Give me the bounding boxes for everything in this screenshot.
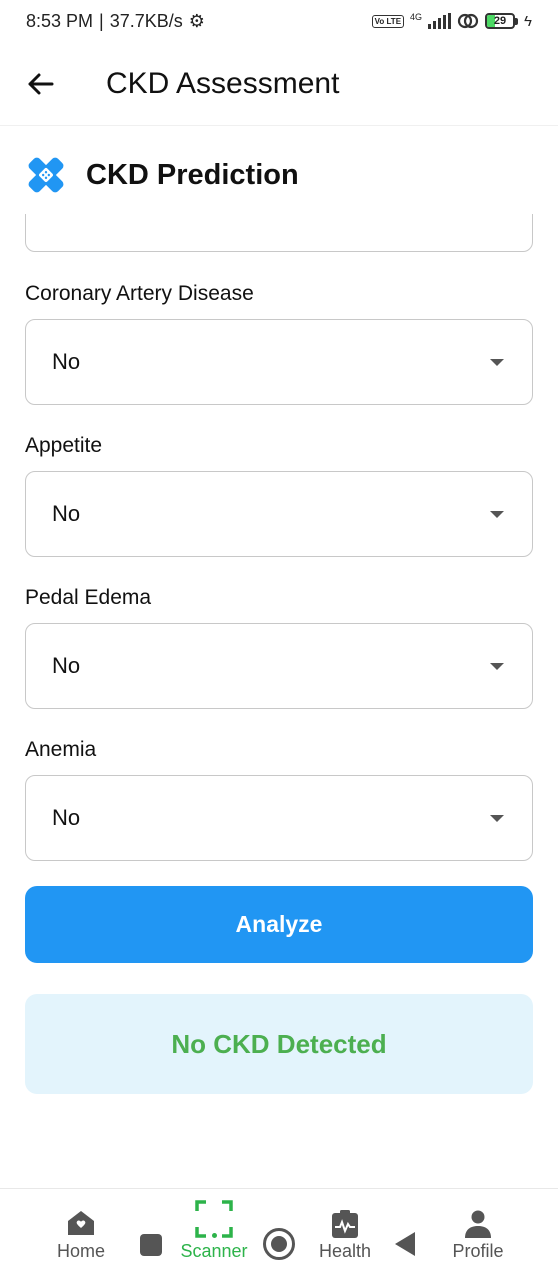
bottom-navigation: Home Scanner Health Profile <box>0 1188 558 1280</box>
select-value: No <box>52 501 81 526</box>
nav-item-health[interactable]: Health <box>314 1189 376 1280</box>
dropdown-arrow-icon <box>490 358 504 366</box>
status-speed: 37.7KB/s <box>109 10 183 31</box>
prediction-header: CKD Prediction <box>26 150 299 200</box>
back-system-button[interactable] <box>395 1232 415 1256</box>
charging-icon: ϟ <box>524 12 532 30</box>
nav-item-profile[interactable]: Profile <box>447 1189 509 1280</box>
nav-label-profile: Profile <box>452 1241 504 1261</box>
form-scroll-area[interactable]: Coronary Artery Disease No Appetite No P… <box>0 214 558 1114</box>
dropdown-arrow-icon <box>490 510 504 518</box>
page-title: CKD Assessment <box>106 66 340 100</box>
appetite-select[interactable]: No <box>25 471 533 557</box>
result-card: No CKD Detected <box>25 994 533 1094</box>
nav-label-scanner: Scanner <box>180 1241 248 1261</box>
home-icon <box>68 1211 94 1235</box>
recent-apps-button[interactable] <box>140 1234 162 1256</box>
status-separator: | <box>99 10 104 31</box>
network-type: 4G <box>410 12 423 22</box>
field-label-anemia: Anemia <box>25 738 97 761</box>
person-icon <box>465 1210 491 1238</box>
field-label-pedal-edema: Pedal Edema <box>25 586 152 609</box>
anemia-select[interactable]: No <box>25 775 533 861</box>
nav-label-home: Home <box>56 1241 105 1261</box>
result-text: No CKD Detected <box>171 1028 387 1059</box>
home-system-button[interactable] <box>263 1228 295 1260</box>
analyze-button[interactable]: Analyze <box>25 886 533 963</box>
battery-icon: 29 <box>485 13 519 29</box>
nav-item-scanner[interactable]: Scanner <box>176 1189 252 1280</box>
app-bar: CKD Assessment <box>0 42 558 126</box>
select-value: No <box>52 653 81 678</box>
arrow-left-icon <box>28 73 54 94</box>
battery-level: 29 <box>493 15 507 27</box>
bandage-icon <box>28 157 64 193</box>
hotspot-icon <box>457 13 479 29</box>
select-value: No <box>52 805 81 830</box>
field-label-appetite: Appetite <box>25 434 103 457</box>
dropdown-arrow-icon <box>490 814 504 822</box>
status-bar: 8:53 PM | 37.7KB/s ⚙ Vo LTE 4G 29 ϟ <box>0 0 558 42</box>
back-button[interactable] <box>0 42 80 126</box>
gear-icon: ⚙ <box>188 10 205 31</box>
field-label-coronary-artery-disease: Coronary Artery Disease <box>25 282 254 305</box>
active-indicator <box>212 1233 217 1238</box>
dropdown-arrow-icon <box>490 662 504 670</box>
select-value: No <box>52 349 81 374</box>
previous-field-select[interactable] <box>25 214 533 252</box>
status-left: 8:53 PM | 37.7KB/s ⚙ <box>26 11 205 32</box>
health-icon <box>332 1210 358 1238</box>
nav-item-home[interactable]: Home <box>50 1189 112 1280</box>
volte-icon: Vo LTE <box>371 14 405 28</box>
nav-label-health: Health <box>318 1241 372 1261</box>
signal-icon <box>428 13 452 29</box>
status-time: 8:53 PM <box>26 10 94 31</box>
prediction-title: CKD Prediction <box>86 158 299 191</box>
coronary-artery-disease-select[interactable]: No <box>25 319 533 405</box>
pedal-edema-select[interactable]: No <box>25 623 533 709</box>
status-right: Vo LTE 4G 29 ϟ <box>371 12 532 30</box>
